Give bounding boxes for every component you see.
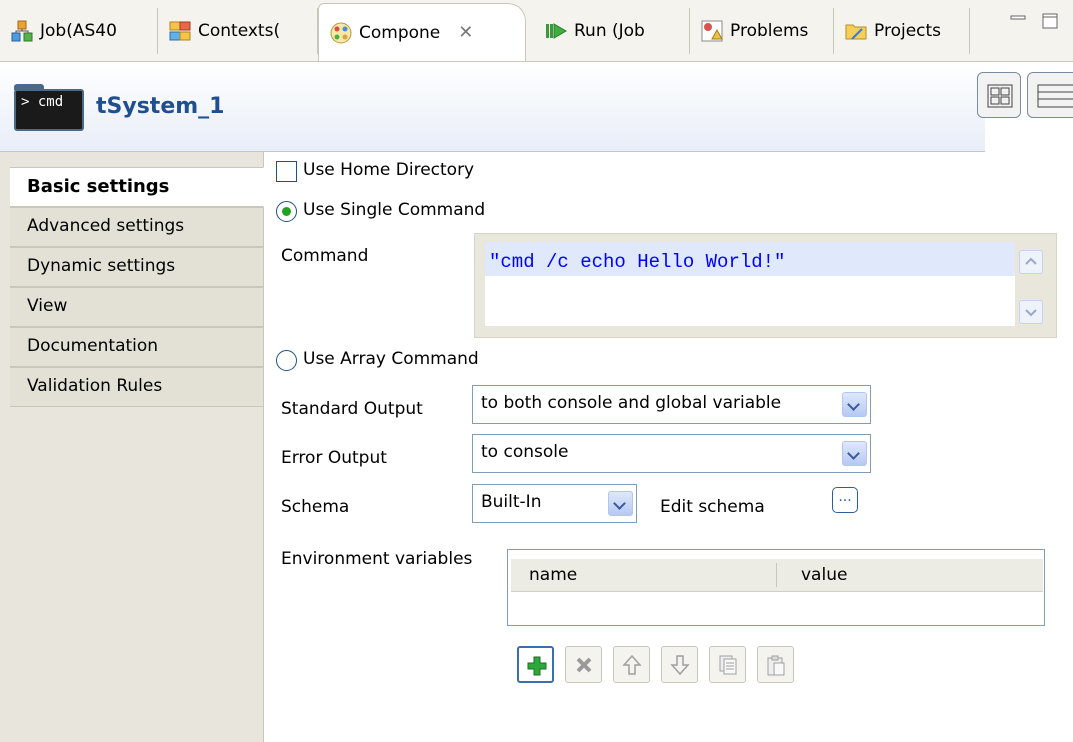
move-down-button[interactable]	[661, 646, 698, 683]
maximize-icon[interactable]	[1040, 12, 1062, 30]
column-header-value[interactable]: value	[801, 565, 847, 585]
command-label: Command	[281, 246, 369, 266]
copy-icon	[719, 655, 737, 675]
paste-button[interactable]	[757, 646, 794, 683]
use-array-command-label: Use Array Command	[303, 349, 479, 369]
list-view-icon[interactable]	[1027, 72, 1073, 118]
sidebar-item-documentation[interactable]: Documentation	[10, 327, 264, 367]
sidebar-item-basic-settings[interactable]: Basic settings	[10, 167, 264, 207]
command-text-area[interactable]: "cmd /c echo Hello World!"	[485, 242, 1015, 326]
remove-row-button[interactable]	[565, 646, 602, 683]
schema-label: Schema	[281, 497, 350, 517]
settings-sidebar: Basic settings Advanced settings Dynamic…	[0, 152, 264, 742]
use-single-command-radio[interactable]	[276, 201, 297, 222]
run-icon	[546, 23, 567, 39]
edit-schema-label: Edit schema	[660, 497, 765, 517]
environment-variables-label: Environment variables	[281, 549, 473, 569]
job-icon	[11, 20, 33, 42]
edit-schema-button[interactable]: ...	[832, 487, 858, 513]
tab-job[interactable]: Job(AS40	[0, 8, 158, 54]
use-array-command-radio[interactable]	[276, 350, 297, 371]
use-single-command-label: Use Single Command	[303, 200, 486, 220]
tab-label: Job(AS40	[40, 21, 117, 41]
minimize-icon[interactable]	[1008, 12, 1030, 30]
close-icon[interactable]: ✕	[458, 22, 473, 43]
error-output-select[interactable]: to console	[472, 434, 871, 473]
chevron-down-icon[interactable]	[608, 491, 633, 516]
chevron-down-icon[interactable]	[842, 441, 867, 466]
table-header: name value	[511, 559, 1043, 592]
column-header-name[interactable]: name	[529, 565, 577, 585]
use-home-directory-checkbox[interactable]	[276, 161, 297, 182]
tab-run[interactable]: Run (Job	[526, 8, 690, 54]
tab-problems[interactable]: Problems	[690, 8, 834, 54]
tab-label: Run (Job	[574, 21, 645, 41]
contexts-icon	[169, 21, 191, 41]
tab-contexts[interactable]: Contexts(	[158, 8, 318, 54]
sidebar-item-advanced-settings[interactable]: Advanced settings	[10, 207, 264, 247]
arrow-up-icon	[622, 654, 642, 675]
tab-label: Problems	[730, 21, 809, 41]
environment-variables-table[interactable]: name value	[507, 549, 1045, 626]
error-output-value: to console	[481, 442, 569, 462]
problems-icon	[701, 20, 723, 42]
tab-label: Compone	[359, 22, 441, 43]
command-value: "cmd /c echo Hello World!"	[485, 242, 1015, 276]
sidebar-item-label: Advanced settings	[27, 216, 185, 236]
use-home-directory-label: Use Home Directory	[303, 160, 475, 180]
component-icon	[330, 22, 352, 43]
sidebar-item-label: Basic settings	[27, 176, 170, 197]
add-row-button[interactable]	[517, 646, 554, 683]
tab-label: Contexts(	[198, 21, 281, 41]
copy-button[interactable]	[709, 646, 746, 683]
sidebar-item-label: View	[27, 296, 68, 316]
sidebar-item-label: Dynamic settings	[27, 256, 176, 276]
sidebar-item-validation-rules[interactable]: Validation Rules	[10, 367, 264, 407]
standard-output-select[interactable]: to both console and global variable	[472, 385, 871, 424]
cmd-icon: > cmd	[14, 84, 84, 131]
paste-icon	[767, 655, 785, 676]
error-output-label: Error Output	[281, 448, 387, 468]
schema-value: Built-In	[481, 492, 542, 512]
schema-select[interactable]: Built-In	[472, 484, 637, 523]
component-header: > cmd tSystem_1	[0, 62, 985, 152]
tab-projects[interactable]: Projects	[834, 8, 970, 54]
scroll-down-icon[interactable]	[1019, 300, 1043, 324]
projects-icon	[845, 24, 867, 40]
tab-label: Projects	[874, 21, 942, 41]
command-editor: "cmd /c echo Hello World!"	[474, 233, 1057, 338]
standard-output-label: Standard Output	[281, 399, 423, 419]
sidebar-item-label: Documentation	[27, 336, 159, 356]
component-title: tSystem_1	[96, 94, 225, 119]
editor-tab-bar: Job(AS40 Contexts( Compone ✕ Run (Job Pr…	[0, 0, 1073, 62]
delete-icon	[576, 657, 592, 673]
grid-view-icon[interactable]	[977, 72, 1021, 118]
sidebar-item-dynamic-settings[interactable]: Dynamic settings	[10, 247, 264, 287]
scroll-up-icon[interactable]	[1019, 250, 1043, 274]
standard-output-value: to both console and global variable	[481, 393, 782, 413]
sidebar-item-view[interactable]: View	[10, 287, 264, 327]
tab-component[interactable]: Compone ✕	[318, 3, 526, 61]
sidebar-item-label: Validation Rules	[27, 376, 163, 396]
arrow-down-icon	[670, 655, 690, 676]
move-up-button[interactable]	[613, 646, 650, 683]
plus-icon	[527, 656, 547, 676]
chevron-down-icon[interactable]	[842, 392, 867, 417]
column-divider	[776, 563, 777, 587]
